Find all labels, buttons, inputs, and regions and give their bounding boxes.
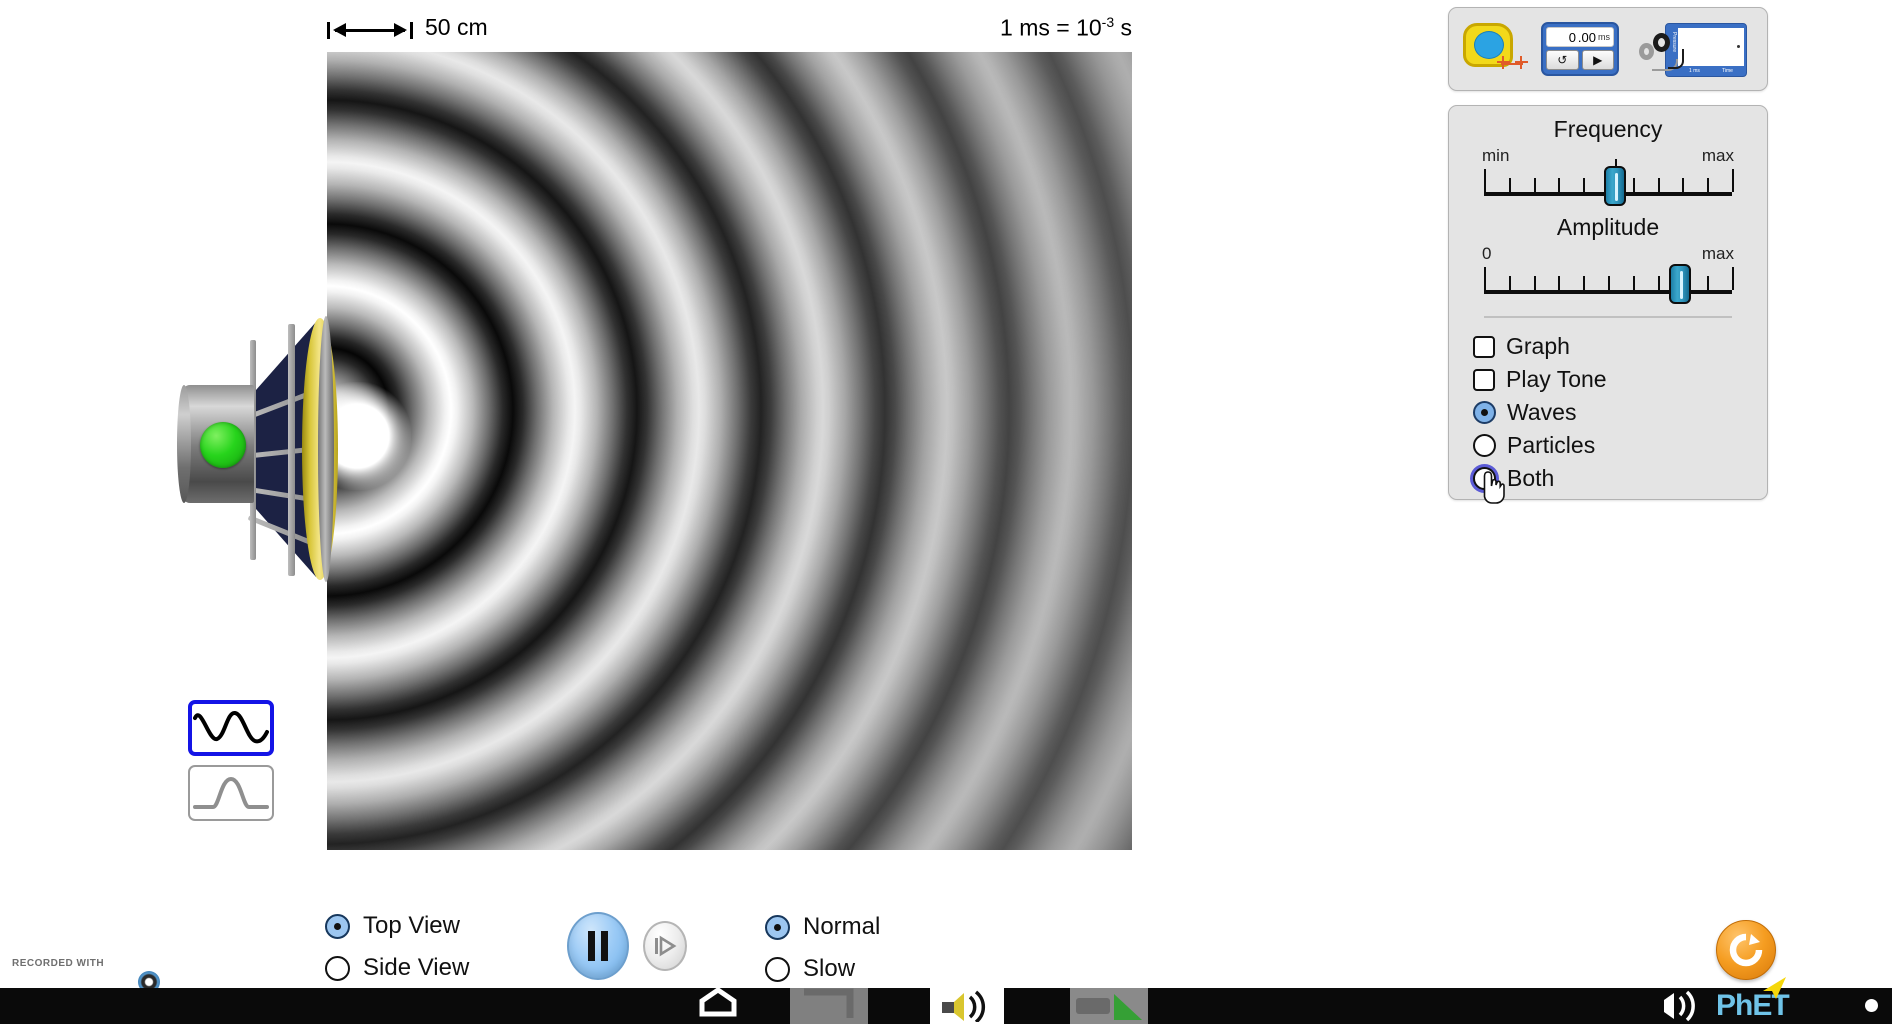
sound-wave-field bbox=[327, 52, 1132, 850]
sound-wave-icon bbox=[1664, 990, 1695, 1022]
speaker-button[interactable] bbox=[200, 422, 246, 468]
view-option-side[interactable]: Side View bbox=[325, 947, 469, 989]
wave-shape-selector bbox=[188, 700, 278, 830]
taskbar-phet-logo[interactable]: PhET bbox=[1660, 977, 1790, 1024]
window-thumbnail-icon-2 bbox=[1076, 994, 1142, 1020]
taskbar-window-thumb-2[interactable] bbox=[1070, 988, 1148, 1024]
pause-bar-left bbox=[588, 931, 595, 961]
speaker-cone-rim bbox=[318, 316, 334, 582]
sine-wave-icon bbox=[193, 711, 269, 744]
stopwatch-unit: ms bbox=[1598, 32, 1610, 42]
detector-probe-primary bbox=[1653, 33, 1670, 52]
frequency-slider-thumb[interactable] bbox=[1604, 159, 1627, 206]
window-thumbnail-icon bbox=[804, 988, 854, 1018]
time-scale-label: 1 ms = 10-3 s bbox=[1000, 14, 1132, 42]
stopwatch-value-dec: .00 bbox=[1577, 29, 1596, 45]
graph-checkbox[interactable] bbox=[1473, 335, 1495, 358]
measuring-tape-icon[interactable] bbox=[1463, 23, 1528, 75]
option-graph[interactable]: Graph bbox=[1473, 330, 1767, 363]
scale-distance-label: 50 cm bbox=[425, 14, 488, 40]
time-scale-suffix: s bbox=[1114, 14, 1132, 41]
view-radio-group: Top View Side View bbox=[325, 905, 469, 989]
step-forward-icon bbox=[655, 935, 677, 957]
pulse-wave-icon bbox=[193, 776, 269, 809]
wave-shape-single-pulse-button[interactable] bbox=[188, 765, 274, 821]
phet-arrow-icon bbox=[1763, 977, 1786, 999]
speed-option-normal[interactable]: Normal bbox=[765, 906, 880, 948]
double-arrow-icon bbox=[327, 22, 413, 39]
time-scale-prefix: 1 ms = 10 bbox=[1000, 14, 1102, 41]
normal-speed-label: Normal bbox=[803, 913, 881, 940]
tools-panel: 0 .00 ms ↺ ▶ Pressure 1 ms Time bbox=[1448, 7, 1768, 91]
play-tone-checkbox[interactable] bbox=[1473, 368, 1495, 391]
speaker-body-cap bbox=[177, 385, 191, 503]
amplitude-track[interactable] bbox=[1484, 264, 1734, 304]
frequency-label: Frequency bbox=[1553, 116, 1663, 142]
playback-controls bbox=[567, 912, 687, 980]
taskbar-sound-app-thumb[interactable] bbox=[930, 988, 1004, 1024]
stopwatch-reset-button[interactable]: ↺ bbox=[1546, 50, 1579, 70]
frequency-slider[interactable]: min max bbox=[1482, 146, 1734, 208]
stopwatch-icon[interactable]: 0 .00 ms ↺ ▶ bbox=[1541, 22, 1619, 76]
reset-all-button[interactable] bbox=[1716, 920, 1776, 980]
amplitude-max-label: max bbox=[1701, 244, 1734, 263]
detector-x-label-left: 1 ms bbox=[1689, 68, 1700, 74]
slow-speed-label: Slow bbox=[803, 955, 856, 982]
app-root: 50 cm 1 ms = 10-3 s 0 .00 ms ↺ ▶ Pressur… bbox=[0, 0, 1892, 1024]
option-play-tone[interactable]: Play Tone bbox=[1473, 363, 1767, 396]
both-radio[interactable] bbox=[1473, 467, 1496, 490]
simulation-canvas[interactable] bbox=[327, 52, 1132, 850]
particles-label: Particles bbox=[1507, 432, 1596, 458]
frequency-max-label: max bbox=[1701, 146, 1734, 165]
graph-label: Graph bbox=[1506, 333, 1570, 359]
sound-detector-icon[interactable]: Pressure 1 ms Time bbox=[1635, 21, 1747, 77]
option-particles[interactable]: Particles bbox=[1473, 429, 1767, 462]
wave-shape-continuous-sine-button[interactable] bbox=[188, 700, 274, 756]
amplitude-slider-thumb[interactable] bbox=[1668, 264, 1691, 304]
stopwatch-play-button[interactable]: ▶ bbox=[1581, 50, 1614, 70]
speed-radio-group: Normal Slow bbox=[765, 906, 880, 990]
normal-speed-radio[interactable] bbox=[765, 914, 790, 940]
stopwatch-value-int: 0 bbox=[1568, 29, 1576, 45]
panel-divider bbox=[1484, 316, 1732, 318]
slow-speed-radio[interactable] bbox=[765, 956, 790, 982]
step-forward-button[interactable] bbox=[643, 921, 687, 971]
option-both[interactable]: Both bbox=[1473, 462, 1767, 495]
taskbar-status-dot bbox=[1865, 999, 1878, 1012]
stopwatch-readout: 0 .00 ms bbox=[1546, 27, 1614, 47]
detector-probe-secondary bbox=[1639, 43, 1654, 60]
taskbar-window-thumb-1[interactable] bbox=[790, 988, 868, 1024]
amplitude-min-label: 0 bbox=[1482, 244, 1492, 263]
speed-option-slow[interactable]: Slow bbox=[765, 948, 880, 990]
side-view-radio[interactable] bbox=[325, 955, 350, 981]
top-view-radio[interactable] bbox=[325, 913, 350, 939]
side-view-label: Side View bbox=[363, 954, 470, 981]
waves-radio[interactable] bbox=[1473, 401, 1496, 424]
amplitude-label: Amplitude bbox=[1556, 214, 1660, 240]
display-options-list: Graph Play Tone Waves Particles Both bbox=[1449, 330, 1767, 495]
pause-bar-right bbox=[601, 931, 608, 961]
waves-label: Waves bbox=[1507, 399, 1577, 425]
top-view-label: Top View bbox=[363, 912, 460, 939]
taskbar-home-icon[interactable] bbox=[690, 988, 746, 1024]
controls-panel: Frequency min max Amplitude 0 max Graph … bbox=[1448, 105, 1768, 500]
frequency-min-label: min bbox=[1482, 146, 1510, 165]
view-option-top[interactable]: Top View bbox=[325, 905, 469, 947]
play-tone-label: Play Tone bbox=[1506, 366, 1607, 392]
pause-button[interactable] bbox=[567, 912, 629, 980]
os-taskbar: PhET bbox=[0, 977, 1892, 1024]
home-icon bbox=[699, 988, 737, 1017]
scale-bar: 50 cm 1 ms = 10-3 s bbox=[327, 14, 1132, 46]
amplitude-slider[interactable]: 0 max bbox=[1482, 244, 1734, 306]
reset-circular-arrow-icon bbox=[1729, 933, 1763, 967]
speaker-wave-icon bbox=[942, 990, 986, 1022]
particles-radio[interactable] bbox=[1473, 434, 1496, 457]
both-label: Both bbox=[1507, 465, 1555, 491]
watermark-recorded-with: RECORDED WITH bbox=[12, 958, 105, 969]
frequency-track[interactable] bbox=[1484, 159, 1734, 206]
detector-x-label-right: Time bbox=[1722, 68, 1733, 74]
time-scale-exponent: -3 bbox=[1101, 14, 1115, 30]
speaker-icon[interactable] bbox=[177, 316, 347, 582]
option-waves[interactable]: Waves bbox=[1473, 396, 1767, 429]
